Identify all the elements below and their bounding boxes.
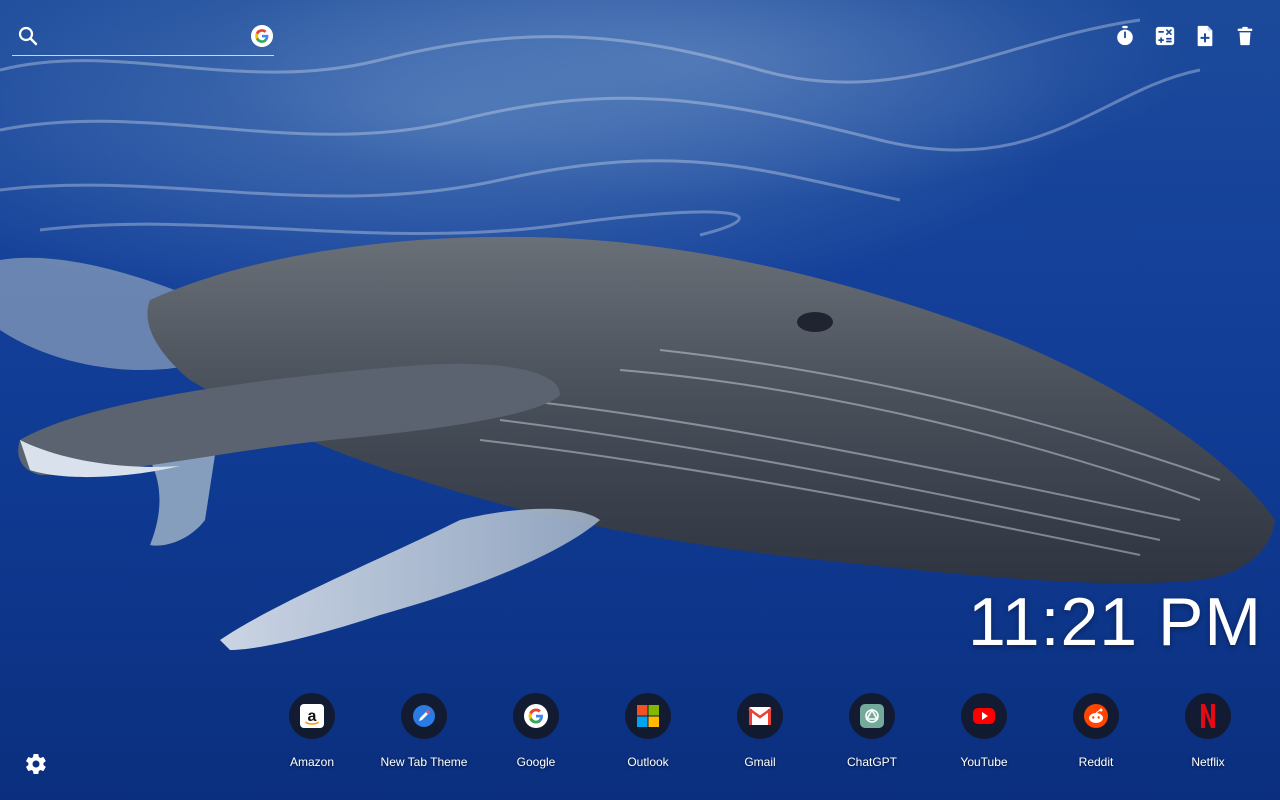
top-bar	[0, 0, 1280, 72]
shortcut-google[interactable]: Google	[480, 692, 592, 769]
shortcut-label: Netflix	[1191, 755, 1225, 769]
microsoft-icon	[625, 693, 671, 739]
amazon-icon: a	[289, 693, 335, 739]
clock-time: 11:21 PM	[967, 584, 1262, 660]
search-underline	[12, 55, 274, 56]
toolbar	[1114, 25, 1256, 47]
shortcut-amazon[interactable]: a Amazon	[256, 692, 368, 769]
shortcut-label: Amazon	[289, 755, 335, 769]
calculator-icon[interactable]	[1154, 25, 1176, 47]
search-icon[interactable]	[16, 24, 40, 48]
google-icon[interactable]	[251, 25, 273, 47]
wallpaper-whale	[0, 18, 1276, 650]
shortcut-label: Reddit	[1078, 755, 1114, 769]
trash-icon[interactable]	[1234, 25, 1256, 47]
shortcut-label: New Tab Theme	[380, 755, 468, 769]
shortcut-label: Outlook	[627, 755, 669, 769]
shortcut-outlook[interactable]: Outlook	[592, 692, 704, 769]
chatgpt-icon	[849, 693, 895, 739]
shortcut-netflix[interactable]: Netflix	[1152, 692, 1264, 769]
shortcut-new-tab-theme[interactable]: New Tab Theme	[368, 692, 480, 769]
shortcut-dock: a Amazon New Tab Theme Google Outlook Gm…	[256, 692, 1264, 772]
search-input[interactable]	[48, 22, 242, 52]
shortcut-gmail[interactable]: Gmail	[704, 692, 816, 769]
new-tab-theme-icon	[401, 693, 447, 739]
netflix-icon	[1185, 693, 1231, 739]
reddit-icon	[1073, 693, 1119, 739]
gmail-icon	[737, 693, 783, 739]
google-icon	[513, 693, 559, 739]
shortcut-youtube[interactable]: YouTube	[928, 692, 1040, 769]
shortcut-chatgpt[interactable]: ChatGPT	[816, 692, 928, 769]
youtube-icon	[961, 693, 1007, 739]
shortcut-label: YouTube	[960, 755, 1008, 769]
stopwatch-icon[interactable]	[1114, 25, 1136, 47]
shortcut-label: ChatGPT	[846, 755, 897, 769]
shortcut-reddit[interactable]: Reddit	[1040, 692, 1152, 769]
shortcut-label: Gmail	[744, 755, 776, 769]
shortcut-label: Google	[516, 755, 556, 769]
gear-icon[interactable]	[24, 752, 48, 776]
svg-text:a: a	[308, 708, 317, 725]
add-note-icon[interactable]	[1194, 25, 1216, 47]
